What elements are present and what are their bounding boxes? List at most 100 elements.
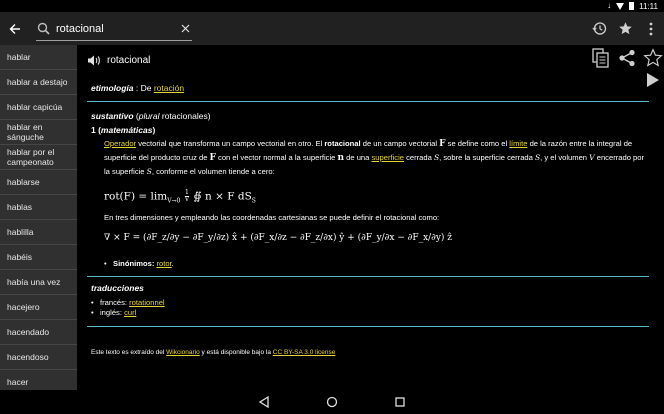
word-list-item[interactable]: hablas xyxy=(0,195,77,220)
plural-label: plural xyxy=(138,111,160,121)
translations-list: francés: rotationnel inglés: curl xyxy=(91,298,165,318)
share-icon xyxy=(619,49,635,67)
text-run: vectorial que transforma un campo vector… xyxy=(136,139,325,148)
pos-heading-line: sustantivo (plural rotacionales) xyxy=(91,111,211,121)
nav-back-button[interactable] xyxy=(254,392,274,412)
word-list-item[interactable]: hacendado xyxy=(0,320,77,345)
section-divider xyxy=(87,101,649,102)
clear-search-button[interactable] xyxy=(178,22,192,36)
definition-link[interactable]: límite xyxy=(509,139,527,148)
search-icon xyxy=(37,22,50,35)
headword-row: rotacional xyxy=(87,51,150,69)
clock: 11:11 xyxy=(639,1,658,11)
pos-heading: sustantivo xyxy=(91,111,134,121)
etymology-link[interactable]: rotación xyxy=(154,83,184,93)
word-list-item[interactable]: hacendoso xyxy=(0,345,77,370)
text-run: , conforme el volumen tiende a cero: xyxy=(151,167,275,176)
word-list-item[interactable]: hablar en sánguche xyxy=(0,120,77,145)
navigation-bar xyxy=(0,390,664,414)
formula-cartesian: ∇ × F = (∂F_z/∂y − ∂F_y/∂z) x̂ + (∂F_x/∂… xyxy=(104,233,453,243)
text-run: , sobre la superficie cerrada xyxy=(439,153,535,162)
etymology-line: etimología : De rotación xyxy=(91,83,184,93)
history-icon xyxy=(591,22,606,35)
wifi-icon xyxy=(616,2,625,10)
nav-home-button[interactable] xyxy=(322,392,342,412)
text-run: con el vector normal a la superficie xyxy=(215,153,338,162)
arrow-back-icon xyxy=(9,23,20,34)
sense-close: ) xyxy=(152,125,156,135)
speaker-icon[interactable] xyxy=(87,54,101,67)
word-list-item[interactable]: hablar por el campeonato xyxy=(0,145,77,170)
license-footer: Este texto es extraído del Wikcionario y… xyxy=(91,349,335,356)
text-run: de una xyxy=(344,153,372,162)
formula-sub: S xyxy=(251,197,256,205)
share-button[interactable] xyxy=(616,47,638,69)
star-icon xyxy=(618,22,632,35)
text-run: de un campo vectorial xyxy=(360,139,440,148)
favorite-button[interactable] xyxy=(612,12,638,45)
play-icon xyxy=(647,73,659,87)
translation-lang: francés: xyxy=(100,298,128,307)
text-run: cerrada xyxy=(403,153,434,162)
translations-heading: traducciones xyxy=(91,283,144,293)
definition-link[interactable]: superficie xyxy=(371,153,404,162)
synonym-link[interactable]: rotor xyxy=(156,259,171,268)
section-divider xyxy=(87,276,649,277)
battery-icon xyxy=(629,2,635,10)
nav-recents-button[interactable] xyxy=(390,392,410,412)
word-list-item[interactable]: hablar capicúa xyxy=(0,95,77,120)
translation-link[interactable]: rotationnel xyxy=(129,298,164,307)
cartesian-paragraph: En tres dimensiones y empleando las coor… xyxy=(104,213,440,222)
translation-item: inglés: curl xyxy=(91,308,165,318)
search-box xyxy=(36,17,192,41)
text-run: y está disponible bajo la xyxy=(199,349,273,356)
definition-text: Operador vectorial que transforma un cam… xyxy=(104,137,644,179)
toolbar xyxy=(0,12,664,45)
play-button[interactable] xyxy=(646,72,662,90)
word-list-item[interactable]: habéis xyxy=(0,245,77,270)
formula-text: rot(F) = lim xyxy=(104,190,168,203)
history-button[interactable] xyxy=(586,12,612,45)
text-run: . xyxy=(171,259,174,268)
synonyms-item: Sinónimos: rotor. xyxy=(104,259,174,269)
definition-link[interactable]: Operador xyxy=(104,139,136,148)
word-list[interactable]: hablar hablar a destajo hablar capicúa h… xyxy=(0,45,77,390)
word-list-item[interactable]: hacejero xyxy=(0,295,77,320)
word-list-item[interactable]: hacer xyxy=(0,370,77,390)
square-recents-icon xyxy=(395,397,405,407)
word-list-item[interactable]: hablarse xyxy=(0,170,77,195)
copy-button[interactable] xyxy=(590,47,612,69)
translation-link[interactable]: curl xyxy=(124,308,136,317)
translation-lang: inglés: xyxy=(100,308,122,317)
word-list-item[interactable]: había una vez xyxy=(0,270,77,295)
definition-pane: rotacional etimología: De rotación sust… xyxy=(77,45,664,390)
star-outline-icon xyxy=(643,48,663,67)
formula-limit: rot(F) = limV→0 1V ∯ n × F dSS xyxy=(104,190,256,205)
word-list-item[interactable]: hablilla xyxy=(0,220,77,245)
triangle-back-icon xyxy=(258,396,269,408)
sense-line: 1 (matemáticas) xyxy=(91,125,155,135)
license-link[interactable]: CC BY-SA 3.0 license xyxy=(273,349,336,356)
word-list-item[interactable]: hablar a destajo xyxy=(0,70,77,95)
text-run: se define como el xyxy=(445,139,510,148)
back-button[interactable] xyxy=(0,12,30,45)
text-run: , y el volumen xyxy=(540,153,590,162)
circle-home-icon xyxy=(326,396,338,408)
section-divider xyxy=(87,326,649,327)
text-run: Este texto es extraído del xyxy=(91,349,167,356)
search-input[interactable] xyxy=(56,19,178,38)
etymology-heading: etimología xyxy=(91,83,134,93)
synonyms-list: Sinónimos: rotor. xyxy=(104,259,174,269)
status-bar: ↓ 11:11 xyxy=(0,0,664,12)
translation-item: francés: rotationnel xyxy=(91,298,165,308)
overflow-menu-button[interactable] xyxy=(638,12,664,45)
wikcionario-link[interactable]: Wikcionario xyxy=(166,349,200,356)
word-list-item[interactable]: hablar xyxy=(0,45,77,70)
formula-sub: V→0 xyxy=(167,197,181,205)
bookmark-button[interactable] xyxy=(642,47,664,69)
download-icon: ↓ xyxy=(607,1,612,10)
headword: rotacional xyxy=(107,54,151,66)
sense-number: 1 ( xyxy=(91,125,101,135)
formula-text: ∯ n × F dS xyxy=(190,190,252,203)
plural-value: rotacionales) xyxy=(159,111,211,121)
